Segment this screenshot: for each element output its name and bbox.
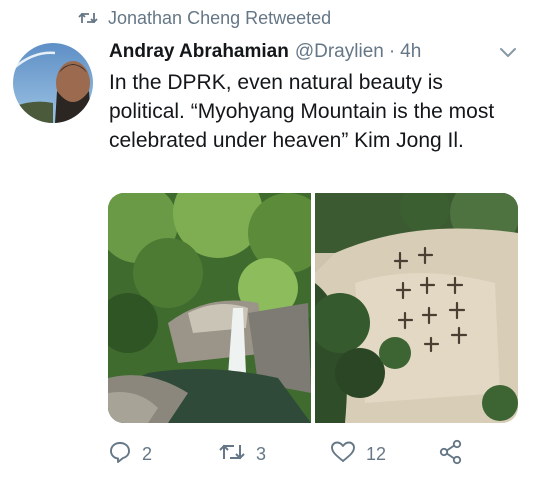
- header-separator: ·: [388, 41, 396, 62]
- tweet-timestamp[interactable]: 4h: [400, 41, 421, 63]
- reply-button[interactable]: 2: [108, 440, 152, 468]
- chevron-down-icon[interactable]: [498, 44, 518, 60]
- retweet-context-label: Jonathan Cheng Retweeted: [108, 7, 332, 28]
- share-icon: [438, 439, 474, 470]
- retweet-context[interactable]: Jonathan Cheng Retweeted: [78, 6, 331, 30]
- share-button[interactable]: [438, 439, 474, 470]
- heart-icon: [330, 440, 366, 469]
- retweet-icon: [78, 10, 98, 26]
- tweet-media: [108, 193, 518, 423]
- tweet-header: Andray Abrahamian @Draylien · 4h: [109, 38, 421, 66]
- author-handle[interactable]: @Draylien: [295, 41, 384, 63]
- like-button[interactable]: 12: [330, 440, 386, 468]
- tweet-text: In the DPRK, even natural beauty is poli…: [109, 71, 495, 152]
- like-count: 12: [366, 443, 387, 464]
- reply-icon: [108, 440, 142, 469]
- avatar[interactable]: [13, 43, 93, 123]
- retweet-count: 3: [256, 443, 267, 464]
- retweet-icon: [218, 441, 256, 468]
- reply-count: 2: [142, 443, 153, 464]
- media-photo-inscription[interactable]: [315, 193, 518, 423]
- retweet-button[interactable]: 3: [218, 440, 266, 468]
- author-name[interactable]: Andray Abrahamian: [109, 41, 289, 63]
- media-photo-waterfall[interactable]: [108, 193, 311, 423]
- tweet-actions: 2 3 12: [108, 439, 528, 470]
